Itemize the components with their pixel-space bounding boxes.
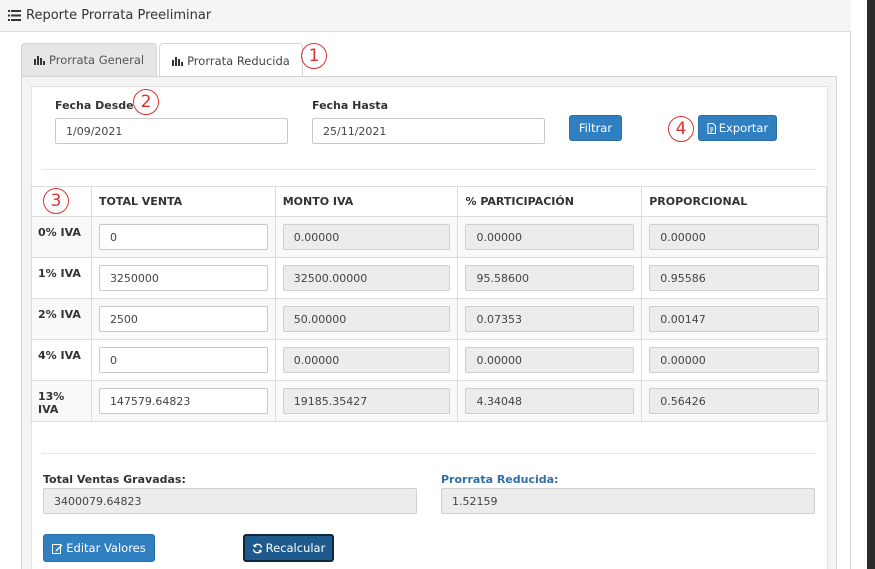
editar-label: Editar Valores bbox=[66, 541, 146, 555]
total-venta-input[interactable]: 0 bbox=[98, 347, 268, 373]
recalcular-label: Recalcular bbox=[265, 541, 326, 555]
monto-iva-field: 50.00000 bbox=[282, 306, 451, 332]
row-label: 2% IVA bbox=[31, 298, 92, 340]
header-total-venta: TOTAL VENTA bbox=[90, 186, 276, 217]
report-window: Reporte Prorrata Preeliminar Prorrata Ge… bbox=[0, 0, 851, 569]
tab-prorrata-reducida[interactable]: Prorrata Reducida bbox=[159, 43, 303, 77]
tab-label: Prorrata Reducida bbox=[187, 53, 290, 68]
proporcional-field: 0.00000 bbox=[649, 347, 819, 373]
page-title: Reporte Prorrata Preeliminar bbox=[26, 8, 212, 23]
header-monto-iva: MONTO IVA bbox=[274, 186, 459, 217]
tab-bar: Prorrata General Prorrata Reducida bbox=[21, 43, 305, 77]
header-participacion: % PARTICIPACIÓN bbox=[457, 186, 643, 217]
exportar-label: Exportar bbox=[718, 121, 769, 135]
scrollbar[interactable] bbox=[867, 0, 875, 569]
monto-iva-field: 0.00000 bbox=[282, 224, 451, 250]
row-label: 4% IVA bbox=[31, 339, 92, 381]
participacion-field: 4.34048 bbox=[465, 388, 635, 414]
table-row: 2% IVA 2500 50.00000 0.07353 0.00147 bbox=[31, 298, 827, 340]
table-row: 1% IVA 3250000 32500.00000 95.58600 0.95… bbox=[31, 257, 827, 299]
annotation-marker-3: 3 bbox=[43, 188, 69, 214]
list-icon bbox=[8, 10, 21, 21]
title-bar: Reporte Prorrata Preeliminar bbox=[0, 0, 851, 32]
bar-chart-icon bbox=[34, 56, 45, 65]
annotation-marker-1: 1 bbox=[301, 43, 327, 69]
proporcional-field: 0.95586 bbox=[649, 265, 819, 291]
monto-iva-field: 19185.35427 bbox=[282, 388, 451, 414]
proporcional-field: 0.56426 bbox=[649, 388, 819, 414]
annotation-marker-4: 4 bbox=[668, 116, 694, 142]
header-proporcional: PROPORCIONAL bbox=[641, 186, 827, 217]
participacion-field: 0.00000 bbox=[465, 224, 635, 250]
row-label: 0% IVA bbox=[31, 216, 92, 258]
table-row: 0% IVA 0 0.00000 0.00000 0.00000 bbox=[31, 216, 827, 258]
tab-label: Prorrata General bbox=[49, 53, 145, 67]
total-ventas-gravadas-label: Total Ventas Gravadas: bbox=[43, 473, 186, 486]
row-label: 13% IVA bbox=[31, 380, 92, 422]
table-row: 13% IVA 147579.64823 19185.35427 4.34048… bbox=[31, 380, 827, 422]
monto-iva-field: 0.00000 bbox=[282, 347, 451, 373]
fecha-desde-label: Fecha Desde bbox=[55, 99, 134, 112]
proporcional-field: 0.00000 bbox=[649, 224, 819, 250]
participacion-field: 95.58600 bbox=[465, 265, 635, 291]
fecha-desde-input[interactable]: 1/09/2021 bbox=[55, 118, 288, 144]
total-venta-input[interactable]: 2500 bbox=[98, 306, 268, 332]
table-header-row: TOTAL VENTA MONTO IVA % PARTICIPACIÓN PR… bbox=[31, 186, 827, 217]
table-row: 4% IVA 0 0.00000 0.00000 0.00000 bbox=[31, 339, 827, 381]
participacion-field: 0.00000 bbox=[465, 347, 635, 373]
total-venta-input[interactable]: 0 bbox=[98, 224, 268, 250]
annotation-marker-2: 2 bbox=[133, 89, 159, 115]
tab-prorrata-general[interactable]: Prorrata General bbox=[21, 43, 158, 76]
divider bbox=[42, 169, 816, 170]
fecha-hasta-label: Fecha Hasta bbox=[312, 99, 388, 112]
filtrar-button[interactable]: Filtrar bbox=[569, 115, 622, 141]
divider bbox=[42, 453, 816, 454]
monto-iva-field: 32500.00000 bbox=[282, 265, 451, 291]
total-venta-input[interactable]: 147579.64823 bbox=[98, 388, 268, 414]
total-ventas-gravadas-field: 3400079.64823 bbox=[43, 488, 417, 514]
row-label: 1% IVA bbox=[31, 257, 92, 299]
file-export-icon bbox=[707, 122, 716, 134]
participacion-field: 0.07353 bbox=[465, 306, 635, 332]
proporcional-field: 0.00147 bbox=[649, 306, 819, 332]
prorrata-reducida-label: Prorrata Reducida: bbox=[441, 473, 559, 486]
editar-valores-button[interactable]: Editar Valores bbox=[43, 534, 155, 562]
edit-icon bbox=[52, 543, 63, 554]
recalcular-button[interactable]: Recalcular bbox=[243, 534, 334, 562]
bar-chart-icon bbox=[172, 56, 184, 66]
fecha-hasta-input[interactable]: 25/11/2021 bbox=[312, 118, 545, 144]
total-venta-input[interactable]: 3250000 bbox=[98, 265, 268, 291]
prorrata-reducida-field: 1.52159 bbox=[441, 488, 815, 514]
refresh-icon bbox=[252, 543, 262, 553]
exportar-button[interactable]: Exportar bbox=[698, 115, 777, 141]
prorrata-table: TOTAL VENTA MONTO IVA % PARTICIPACIÓN PR… bbox=[31, 186, 827, 422]
